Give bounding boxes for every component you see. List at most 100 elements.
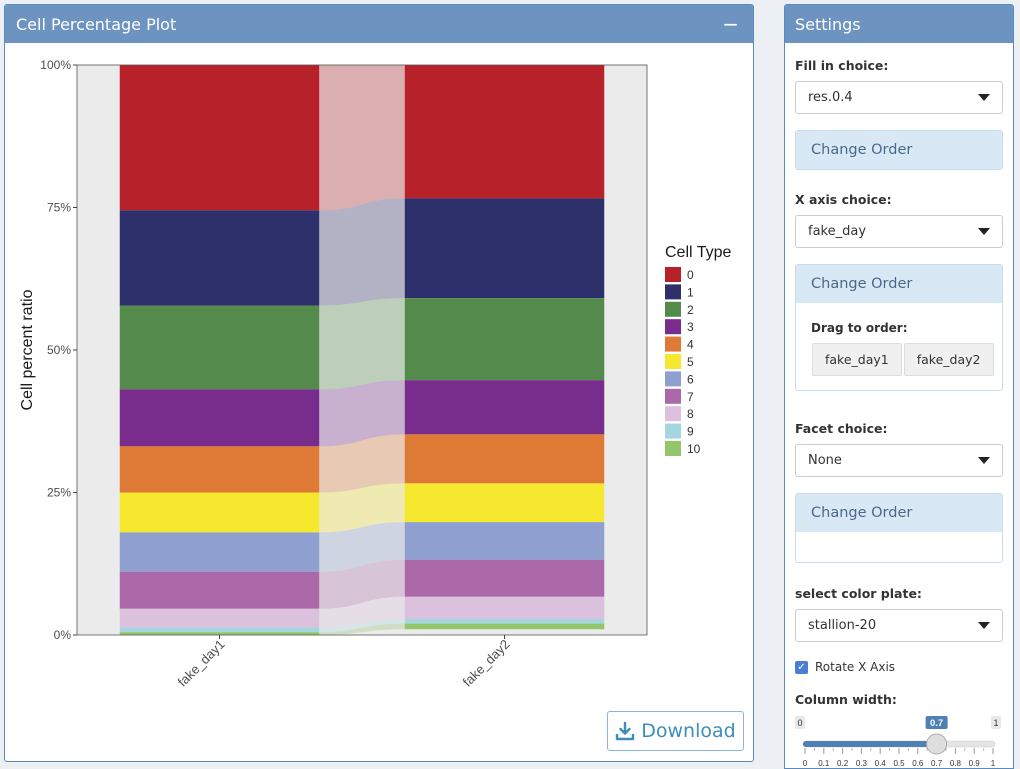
legend-label-8: 8 <box>687 407 694 421</box>
bar-segment-fake_day2-0 <box>404 65 605 199</box>
drag-to-order-label: Drag to order: <box>811 321 908 335</box>
flow-0 <box>319 65 405 211</box>
flow-2 <box>319 298 405 390</box>
legend-swatch-5 <box>665 354 681 369</box>
slider-tick-label: 1 <box>991 759 996 768</box>
slider-tick-label: 0.1 <box>818 759 830 768</box>
flow-1 <box>319 198 405 306</box>
legend-label-9: 9 <box>687 425 694 439</box>
legend-swatch-7 <box>665 388 681 404</box>
legend-swatch-6 <box>665 371 681 387</box>
download-icon <box>616 721 635 741</box>
x-tick-label: fake_day2 <box>460 637 513 690</box>
slider-tick-label: 0 <box>803 759 808 768</box>
bar-segment-fake_day1-1 <box>119 210 320 306</box>
rotate-x-axis-checkbox[interactable]: ✓ <box>795 660 808 674</box>
legend-label-10: 10 <box>687 442 701 456</box>
bar-segment-fake_day1-4 <box>119 446 320 493</box>
bar-segment-fake_day1-7 <box>119 571 320 609</box>
bar-segment-fake_day1-3 <box>119 389 320 447</box>
legend-swatch-9 <box>665 423 681 439</box>
legend-swatch-0 <box>665 267 681 282</box>
color-plate-select[interactable]: stallion-20 <box>795 609 1003 642</box>
fill-choice-label: Fill in choice: <box>795 58 889 73</box>
y-axis-label: Cell percent ratio <box>19 289 36 410</box>
plot-panel-header: Cell Percentage Plot − <box>5 5 753 43</box>
plot-panel: Cell Percentage Plot − 0% 25% 50% 75% 100% Ce… <box>4 4 754 762</box>
slider-tick-label: 0.2 <box>837 759 849 768</box>
facet-choice-select[interactable]: None <box>795 444 1003 477</box>
column-width-slider[interactable]: 0 1 0.7 0 0.1 0.2 0.3 0.4 0.5 0.6 0.7 0.8 0.9 1 <box>795 714 1003 768</box>
bar-segment-fake_day1-9 <box>119 627 320 633</box>
drag-item-fake-day2[interactable]: fake_day2 <box>903 343 994 376</box>
column-width-label: Column width: <box>795 692 897 707</box>
fill-choice-value: res.0.4 <box>808 90 853 105</box>
legend-swatch-1 <box>665 284 681 300</box>
legend-label-4: 4 <box>687 338 694 352</box>
slider-fill <box>803 741 937 747</box>
slider-tick-label: 0.9 <box>969 759 981 768</box>
xaxis-order-box: Change Order Drag to order: fake_day1 fa… <box>795 264 1003 391</box>
legend-swatch-4 <box>665 336 681 352</box>
bar-segment-fake_day2-7 <box>404 559 605 597</box>
legend-label-2: 2 <box>687 303 694 317</box>
slider-handle[interactable] <box>926 733 948 755</box>
bar-segment-fake_day2-9 <box>404 619 605 624</box>
bar-segment-fake_day2-1 <box>404 198 605 299</box>
settings-panel: Settings Fill in choice: res.0.4 Change … <box>784 4 1014 769</box>
fill-change-order-button[interactable]: Change Order <box>796 131 1002 169</box>
bar-segment-fake_day2-6 <box>404 522 605 560</box>
bar-segment-fake_day1-5 <box>119 492 320 533</box>
facet-change-order-button[interactable]: Change Order <box>796 494 1002 532</box>
color-plate-value: stallion-20 <box>808 618 877 633</box>
x-tick-label: fake_day1 <box>175 637 228 690</box>
y-tick-label: 50% <box>47 343 71 357</box>
column-width-slider-graphic: 0 1 0.7 0 0.1 0.2 0.3 0.4 0.5 0.6 0.7 0.8 0.9 1 <box>795 716 1001 768</box>
color-plate-label: select color plate: <box>795 586 922 601</box>
y-tick-label: 75% <box>47 201 71 215</box>
download-button[interactable]: Download <box>607 711 744 751</box>
plot-panel-title: Cell Percentage Plot <box>16 14 177 34</box>
legend-title: Cell Type <box>665 244 732 261</box>
xaxis-change-order-button[interactable]: Change Order <box>796 265 1002 303</box>
xaxis-choice-value: fake_day <box>808 224 867 239</box>
facet-order-list <box>796 532 1002 562</box>
chevron-down-icon <box>978 94 990 101</box>
bar-segment-fake_day1-10 <box>119 632 320 635</box>
bar-segment-fake_day2-5 <box>404 483 605 523</box>
legend-swatch-3 <box>665 319 681 335</box>
slider-tick-label: 0.7 <box>931 759 943 768</box>
xaxis-choice-label: X axis choice: <box>795 192 892 207</box>
chevron-down-icon <box>978 457 990 464</box>
chevron-down-icon <box>978 622 990 629</box>
bar-segment-fake_day2-8 <box>404 596 605 620</box>
slider-max-label: 1 <box>993 718 998 728</box>
settings-header: Settings <box>785 5 1013 43</box>
facet-order-box: Change Order <box>795 493 1003 563</box>
legend-swatch-8 <box>665 406 681 422</box>
slider-tick-label: 0.5 <box>893 759 905 768</box>
drag-item-fake-day1[interactable]: fake_day1 <box>812 343 902 376</box>
y-tick-label: 100% <box>40 58 71 72</box>
bar-segment-fake_day1-8 <box>119 608 320 628</box>
legend-label-0: 0 <box>687 268 694 282</box>
slider-min-label: 0 <box>797 718 802 728</box>
legend-label-1: 1 <box>687 285 694 299</box>
fill-choice-select[interactable]: res.0.4 <box>795 81 1003 114</box>
collapse-button[interactable]: − <box>722 14 739 34</box>
facet-choice-value: None <box>808 453 842 468</box>
xaxis-choice-select[interactable]: fake_day <box>795 215 1003 248</box>
fill-order-box: Change Order <box>795 130 1003 170</box>
download-label: Download <box>641 720 736 742</box>
legend-label-3: 3 <box>687 320 694 334</box>
bar-segment-fake_day1-0 <box>119 65 320 211</box>
legend-label-5: 5 <box>687 355 694 369</box>
chevron-down-icon <box>978 228 990 235</box>
y-tick-label: 25% <box>47 486 71 500</box>
drag-order-list: fake_day1 fake_day2 <box>796 335 1002 390</box>
bar-segment-fake_day2-2 <box>404 298 605 381</box>
rotate-x-axis-label: Rotate X Axis <box>815 660 896 674</box>
bar-segment-fake_day2-10 <box>404 623 605 630</box>
cell-percentage-chart: 0% 25% 50% 75% 100% Cell percent ratio fake_da… <box>19 58 732 690</box>
bar-segment-fake_day1-2 <box>119 305 320 390</box>
